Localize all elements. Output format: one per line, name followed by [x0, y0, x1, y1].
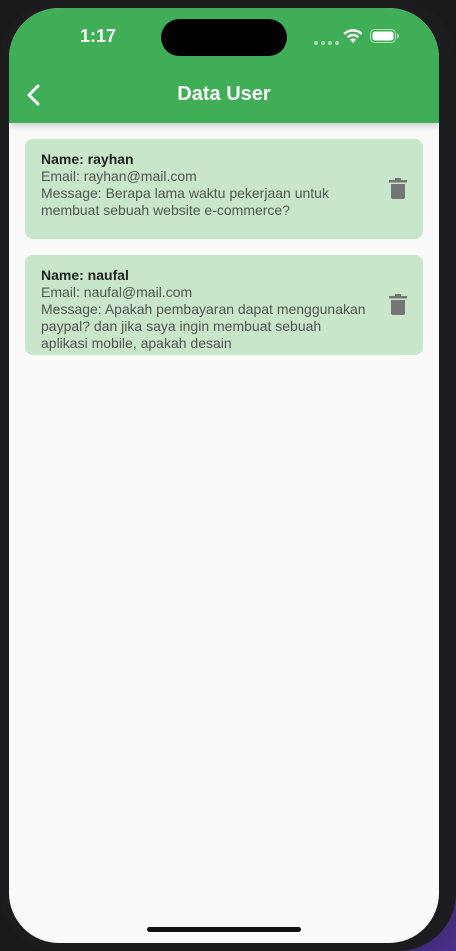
- user-email: Email: naufal@mail.com: [41, 284, 193, 300]
- user-card-text: Name: rayhan Email: rayhan@mail.com Mess…: [41, 151, 371, 219]
- user-card-text: Name: naufal Email: naufal@mail.com Mess…: [41, 267, 371, 352]
- phone-frame: 1:17 Data User Name: rayhan Email: rayha…: [0, 0, 456, 951]
- user-card[interactable]: Name: rayhan Email: rayhan@mail.com Mess…: [25, 139, 423, 239]
- user-name: Name: naufal: [41, 267, 129, 283]
- user-message: Message: Berapa lama waktu pekerjaan unt…: [41, 185, 329, 218]
- app-bar: 1:17 Data User: [9, 8, 439, 123]
- user-list: Name: rayhan Email: rayhan@mail.com Mess…: [25, 139, 423, 371]
- user-card[interactable]: Name: naufal Email: naufal@mail.com Mess…: [25, 255, 423, 355]
- wifi-icon: [343, 29, 363, 43]
- app-screen: 1:17 Data User Name: rayhan Email: rayha…: [9, 8, 439, 943]
- cellular-signal-icon: [314, 41, 339, 45]
- user-message: Message: Apakah pembayaran dapat menggun…: [41, 301, 366, 351]
- user-name: Name: rayhan: [41, 151, 134, 167]
- trash-icon[interactable]: [389, 294, 407, 316]
- status-time: 1:17: [79, 26, 117, 46]
- trash-icon[interactable]: [389, 178, 407, 200]
- page-title: Data User: [177, 83, 271, 105]
- battery-icon: [370, 29, 399, 43]
- home-indicator[interactable]: [147, 927, 301, 932]
- user-email: Email: rayhan@mail.com: [41, 168, 197, 184]
- dynamic-island: [161, 19, 287, 56]
